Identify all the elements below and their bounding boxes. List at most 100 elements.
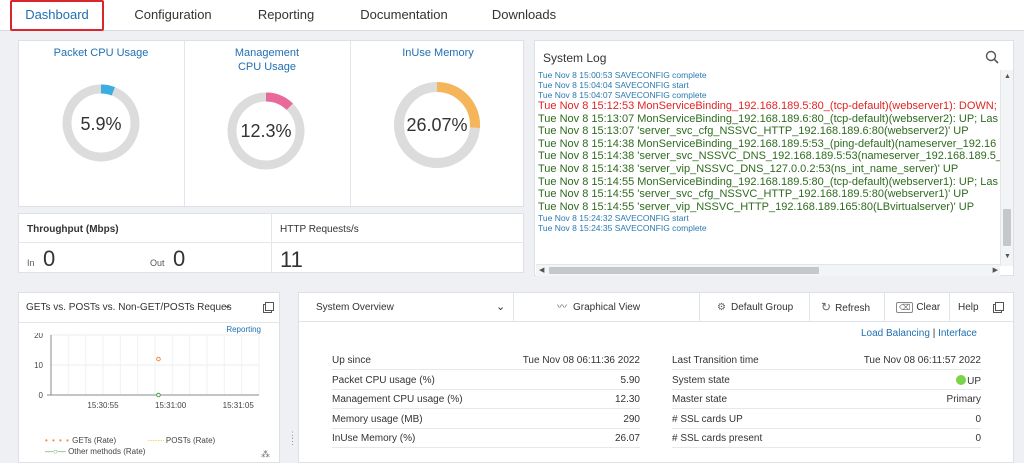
clear-button[interactable]: ⌫ Clear [896,293,940,322]
y-tick-label: 20 [34,333,43,340]
tab-configuration[interactable]: Configuration [118,0,228,31]
throughput-panel: Throughput (Mbps) In 0 Out 0 HTTP Reques… [18,213,524,273]
gauge-value: 26.07% [406,115,468,135]
out-value: 0 [173,246,186,271]
divider [19,322,279,323]
scroll-up-icon[interactable]: ▲ [1004,73,1011,80]
resize-handle-icon[interactable]: ⋮ ⋮ [288,431,297,446]
overview-value: 290 [623,413,640,425]
overview-key: Memory usage (MB) [332,413,423,425]
tab-downloads[interactable]: Downloads [478,0,570,31]
throughput-label: Throughput (Mbps) [27,224,119,235]
scrollbar-thumb[interactable] [549,267,819,274]
top-navigation: Dashboard Configuration Reporting Docume… [0,0,1024,31]
system-overview-dropdown[interactable]: System Overview [316,293,394,322]
log-line: Tue Nov 8 15:14:55 'server_svc_cfg_NSSVC… [538,188,969,201]
overview-row: # SSL cards present 0 [672,429,981,448]
log-line: Tue Nov 8 15:14:38 'server_vip_NSSVC_DNS… [538,162,959,175]
y-tick-label: 0 [39,391,44,400]
help-button[interactable]: Help [958,293,979,322]
overview-row: # SSL cards UP 0 [672,410,981,429]
gets-posts-title[interactable]: GETs vs. POSTs vs. Non-GET/POSTs Reques [26,302,232,313]
log-line: Tue Nov 8 15:24:35 SAVECONFIG complete [538,223,707,234]
overview-key: InUse Memory (%) [332,433,416,444]
y-tick-label: 10 [34,361,43,370]
vertical-scrollbar[interactable]: ▲ ▼ [1000,70,1013,266]
gauges-panel: Packet CPU Usage 5.9% Management CPU Usa… [18,40,524,208]
gauge-value: 12.3% [240,121,292,141]
log-line: Tue Nov 8 15:04:04 SAVECONFIG start [538,80,689,90]
legend-posts: ·········· POSTs (Rate) [147,436,215,445]
overview-key: # SSL cards UP [672,413,743,425]
divider [271,214,272,272]
scroll-left-icon[interactable]: ◀ [539,266,544,274]
scrollbar-thumb[interactable] [1003,209,1011,246]
overview-value: Primary [946,394,981,405]
divider [19,242,523,243]
system-overview-panel: System Overview ⌄ 〰 Graphical View ⚙ Defau… [298,292,1014,463]
tab-documentation[interactable]: Documentation [348,0,460,31]
scroll-down-icon[interactable]: ▼ [1004,253,1011,260]
overview-row: Packet CPU usage (%) 5.90 [332,371,640,390]
overview-value: 26.07 [614,433,640,444]
packet-cpu-gauge: Packet CPU Usage 5.9% [19,41,183,207]
legend-posts-swatch: ·········· [147,436,165,445]
overview-value: Tue Nov 08 06:11:57 2022 [863,355,981,366]
default-group-button[interactable]: ⚙ Default Group [717,293,793,322]
popout-icon[interactable] [263,302,274,313]
popout-icon[interactable] [993,302,1004,313]
graphical-view-button[interactable]: 〰 Graphical View [557,293,640,322]
overview-value: Tue Nov 08 06:11:36 2022 [522,355,640,366]
divider [809,293,810,322]
out-label: Out [150,258,165,268]
tab-dashboard[interactable]: Dashboard [10,0,104,31]
log-line: Tue Nov 8 15:14:55 'server_vip_NSSVC_HTT… [538,200,975,213]
divider [949,293,950,322]
gauge-value: 5.9% [80,114,122,134]
link-separator: | [932,328,936,339]
http-requests-label: HTTP Requests/s [280,224,359,235]
legend-other-swatch: —○— [45,447,66,456]
log-lines[interactable]: Tue Nov 8 15:00:53 SAVECONFIG complete Tu… [538,70,1000,253]
overview-row: InUse Memory (%) 26.07 [332,429,640,448]
interface-link[interactable]: Interface [938,328,977,339]
search-icon[interactable] [985,50,999,64]
refresh-button[interactable]: ↻ Refresh [821,293,870,322]
overview-value: 12.30 [614,394,640,405]
legend-other: —○— Other methods (Rate) [45,447,145,456]
overview-row: Management CPU usage (%) 12.30 [332,390,640,409]
in-label: In [27,258,35,268]
loading-spinner-icon: ⁂ [261,449,270,459]
overview-row: Master state Primary [672,390,981,409]
legend-gets-swatch: • • • • [45,436,70,445]
log-line: Tue Nov 8 15:14:38 'server_svc_NSSVC_DNS… [538,150,1000,163]
gear-icon: ⚙ [717,302,726,313]
scroll-right-icon[interactable]: ▶ [993,266,998,274]
load-balancing-link[interactable]: Load Balancing [861,328,930,339]
system-log-title: System Log [543,51,607,65]
tab-reporting[interactable]: Reporting [240,0,332,31]
chart-line-icon: 〰 [557,302,567,313]
overview-value: UP [956,374,981,387]
horizontal-scrollbar[interactable]: ◀ ▶ [536,264,1000,276]
overview-links: Load Balancing | Interface [861,328,977,339]
chevron-down-icon[interactable]: ⌄ [496,293,505,322]
system-log-panel: System Log Tue Nov 8 15:00:53 SAVECONFIG… [534,40,1014,276]
x-tick-label: 15:31:05 [223,401,255,410]
divider [513,293,514,322]
management-cpu-gauge: Management CPU Usage 12.3% [185,41,349,207]
overview-key: Packet CPU usage (%) [332,374,435,386]
http-requests-value: 11 [280,247,303,272]
requests-chart: 0 10 20 15:30:55 15:31:00 15:31:05 [34,333,260,410]
divider [699,293,700,322]
gets-posts-panel: GETs vs. POSTs vs. Non-GET/POSTs Reques … [18,292,280,463]
in-value: 0 [43,246,56,271]
overview-key: # SSL cards present [672,433,763,444]
legend-label: Other methods (Rate) [68,447,146,456]
overview-toolbar: System Overview ⌄ 〰 Graphical View ⚙ Defau… [299,293,1013,322]
gauge-title: Management CPU Usage [234,47,300,73]
log-line: Tue Nov 8 15:00:53 SAVECONFIG complete [538,70,707,80]
gauge-title: InUse Memory [402,47,474,59]
chevron-down-icon[interactable]: ⌄ [223,300,231,311]
overview-key: Management CPU usage (%) [332,394,463,405]
